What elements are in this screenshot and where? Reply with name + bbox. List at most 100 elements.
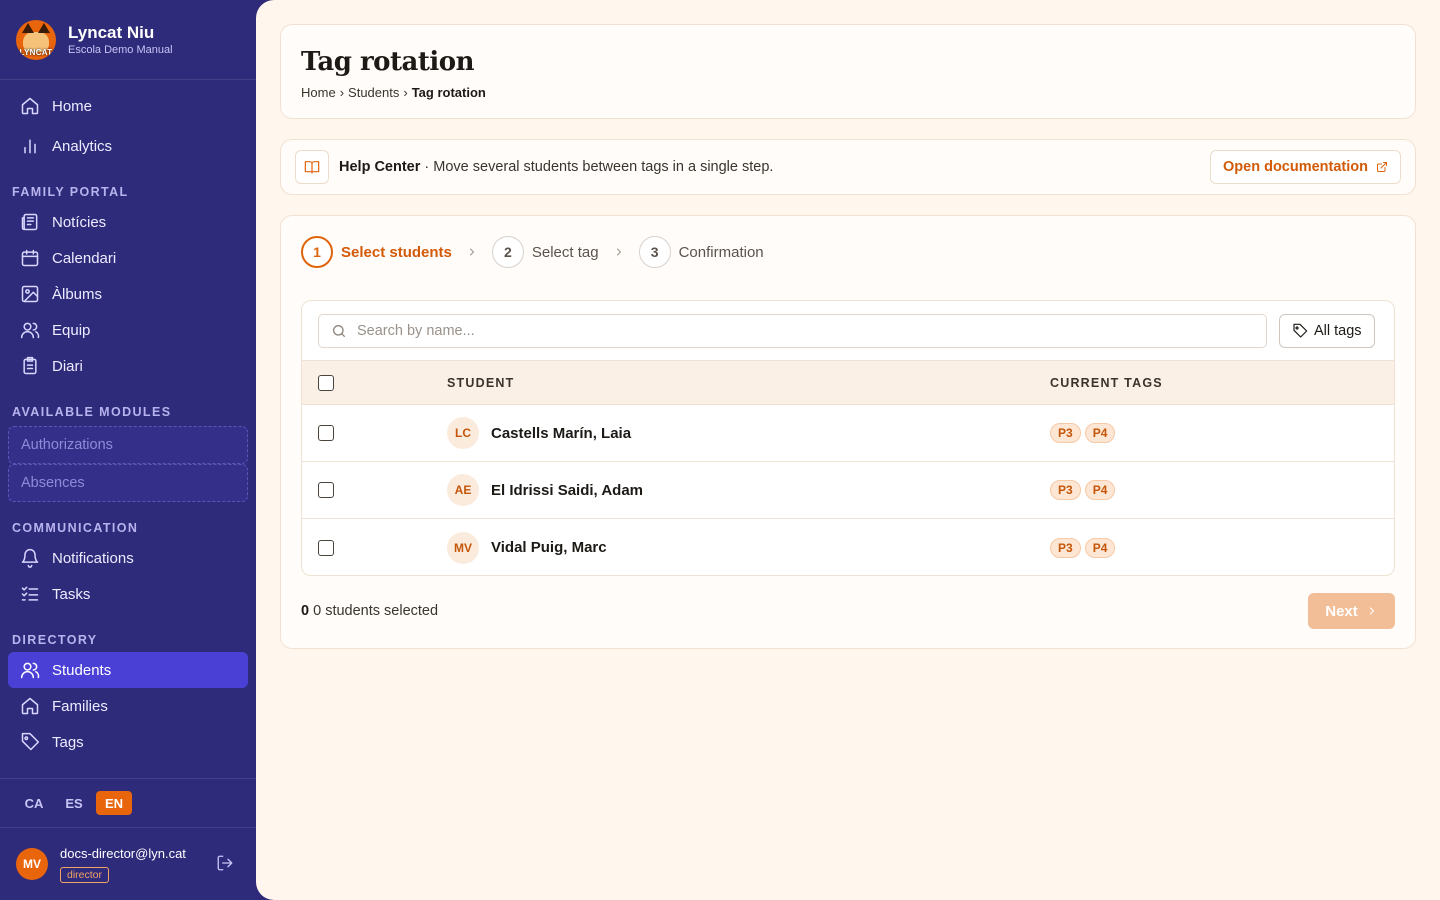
student-name: Vidal Puig, Marc (491, 539, 607, 556)
nav-albums[interactable]: Àlbums (8, 276, 248, 312)
module-authorizations[interactable]: Authorizations (8, 426, 248, 464)
search-icon (333, 324, 345, 337)
logout-button[interactable] (216, 854, 236, 874)
table-toolbar: All tags (302, 301, 1394, 360)
tag-badge: P3 (1050, 423, 1081, 443)
avatar: AE (447, 474, 479, 506)
step-confirmation[interactable]: 3 Confirmation (638, 236, 764, 268)
user-email: docs-director@lyn.cat (60, 846, 186, 861)
nav-equip[interactable]: Equip (8, 312, 248, 348)
section-family-portal: FAMILY PORTAL (12, 185, 129, 199)
chevron-right-icon (1369, 607, 1374, 615)
tag-badge: P4 (1084, 537, 1116, 558)
brand-title: Lyncat Niu (68, 22, 155, 42)
student-name: Castells Marín, Laia (491, 424, 632, 442)
selection-count: 0 0 students selected (301, 603, 439, 619)
help-title: Help Center (339, 159, 421, 175)
avatar: MV (16, 848, 48, 880)
external-link-icon (1377, 162, 1387, 172)
next-button[interactable]: Next (1308, 593, 1395, 629)
help-description: · Move several students between tags in … (420, 159, 774, 175)
table-header: STUDENT CURRENT TAGS (302, 360, 1394, 405)
table-row[interactable]: LC Castells Marín, Laia P3 P4 (302, 405, 1394, 462)
brand[interactable]: LYNCAT Lyncat Niu Escola Demo Manual (0, 0, 256, 80)
step-select-tag[interactable]: 2 Select tag (491, 236, 599, 268)
open-documentation-button[interactable]: Open documentation (1210, 150, 1401, 184)
column-student: STUDENT (447, 375, 515, 390)
tag-badge: P4 (1084, 423, 1116, 443)
nav-diari[interactable]: Diari (8, 348, 248, 384)
breadcrumb-students[interactable]: Students (348, 85, 399, 100)
lang-es[interactable]: ES (56, 791, 92, 815)
breadcrumb-home[interactable]: Home (301, 85, 336, 100)
book-icon (295, 150, 329, 184)
users-icon (20, 660, 40, 680)
main-nav: Home Analytics (0, 80, 256, 164)
avatar: MV (447, 531, 479, 564)
section-available-modules: AVAILABLE MODULES (12, 405, 172, 419)
home-icon (20, 696, 40, 716)
chevron-right-icon (452, 246, 492, 258)
column-current-tags: CURRENT TAGS (1050, 375, 1163, 390)
breadcrumb-current: Tag rotation (411, 85, 486, 100)
logout-icon (217, 855, 233, 871)
role-badge: director (60, 867, 110, 883)
lang-ca[interactable]: CA (16, 791, 52, 815)
users-icon (20, 320, 40, 340)
help-banner: Help Center · Move several students betw… (280, 139, 1416, 195)
sidebar: LYNCAT Lyncat Niu Escola Demo Manual Hom… (0, 0, 256, 900)
breadcrumb: Home › Students › Tag rotation (301, 85, 1395, 100)
brand-subtitle: Escola Demo Manual (68, 43, 173, 56)
checklist-icon (20, 584, 40, 604)
search-input[interactable] (357, 322, 1237, 339)
lang-en[interactable]: EN (96, 791, 132, 815)
nav-noticies[interactable]: Notícies (8, 204, 248, 240)
table-row[interactable]: MV Vidal Puig, Marc P3 P4 (302, 519, 1394, 575)
table-row[interactable]: AE El Idrissi Saidi, Adam P3 P4 (302, 462, 1394, 519)
tag-icon (20, 732, 40, 752)
tag-badge: P3 (1050, 480, 1081, 500)
tag-badge: P4 (1084, 480, 1116, 500)
nav-notifications[interactable]: Notifications (8, 540, 248, 576)
chevron-right-icon (599, 246, 639, 258)
nav-families[interactable]: Families (8, 688, 248, 724)
lyncat-logo: LYNCAT (16, 19, 56, 60)
nav-tags[interactable]: Tags (8, 724, 248, 760)
students-table: All tags STUDENT CURRENT TAGS LC Castell… (301, 300, 1395, 576)
search-box (318, 313, 1267, 348)
breadcrumb-separator: › (339, 85, 345, 100)
section-directory: DIRECTORY (12, 633, 98, 647)
breadcrumb-separator: › (403, 85, 408, 100)
student-name: El Idrissi Saidi, Adam (491, 481, 643, 499)
step-select-students[interactable]: 1 Select students (301, 236, 452, 268)
tag-rotation-wizard: 1 Select students 2 Select tag 3 Confirm… (280, 215, 1416, 649)
row-checkbox[interactable] (318, 425, 334, 441)
bell-icon (20, 548, 40, 568)
module-absences[interactable]: Absences (8, 464, 248, 502)
nav-analytics[interactable]: Analytics (8, 128, 248, 164)
user-panel: MV docs-director@lyn.cat director (0, 828, 256, 900)
language-switcher: CA ES EN (0, 778, 256, 828)
row-checkbox[interactable] (318, 539, 334, 556)
nav-students[interactable]: Students (8, 652, 248, 688)
all-tags-filter[interactable]: All tags (1279, 313, 1375, 348)
newspaper-icon (20, 212, 40, 232)
nav-home[interactable]: Home (8, 88, 248, 124)
avatar: LC (447, 417, 479, 449)
main-content: Tag rotation Home › Students › Tag rotat… (256, 0, 1440, 900)
image-icon (20, 284, 40, 304)
stepper: 1 Select students 2 Select tag 3 Confirm… (301, 236, 764, 268)
tag-badge: P3 (1050, 537, 1081, 558)
row-checkbox[interactable] (318, 482, 334, 498)
help-text: Help Center · Move several students betw… (339, 159, 773, 175)
tag-icon (1293, 323, 1308, 338)
nav-calendari[interactable]: Calendari (8, 240, 248, 276)
section-communication: COMMUNICATION (12, 521, 139, 535)
calendar-icon (20, 248, 40, 268)
nav-tasks[interactable]: Tasks (8, 576, 248, 612)
clipboard-icon (20, 356, 40, 376)
bar-chart-icon (20, 136, 40, 156)
wizard-footer: 0 0 students selected Next (301, 593, 1395, 629)
select-all-checkbox[interactable] (318, 374, 334, 391)
page-title: Tag rotation (301, 47, 474, 77)
